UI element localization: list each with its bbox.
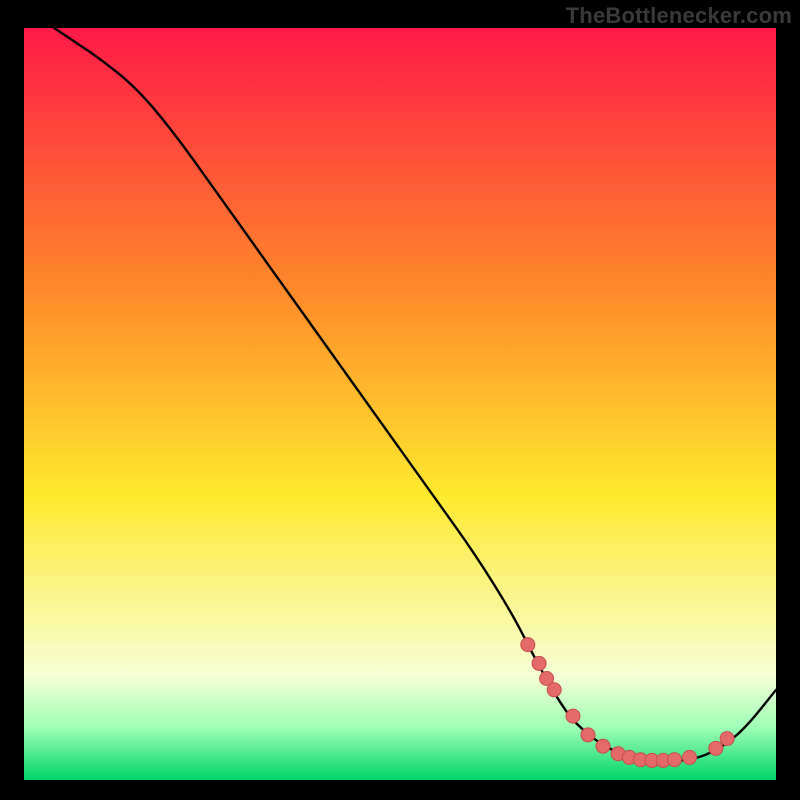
watermark-text: TheBottlenecker.com	[566, 3, 792, 29]
plot-svg	[24, 28, 776, 780]
marker-point	[668, 753, 682, 767]
marker-point	[683, 750, 697, 764]
marker-point	[720, 732, 734, 746]
gradient-background	[24, 28, 776, 780]
marker-point	[547, 683, 561, 697]
marker-point	[532, 656, 546, 670]
plot-area	[24, 28, 776, 780]
marker-point	[581, 728, 595, 742]
chart-frame: TheBottlenecker.com	[0, 0, 800, 800]
marker-point	[521, 638, 535, 652]
marker-point	[596, 739, 610, 753]
marker-point	[709, 741, 723, 755]
marker-point	[566, 709, 580, 723]
